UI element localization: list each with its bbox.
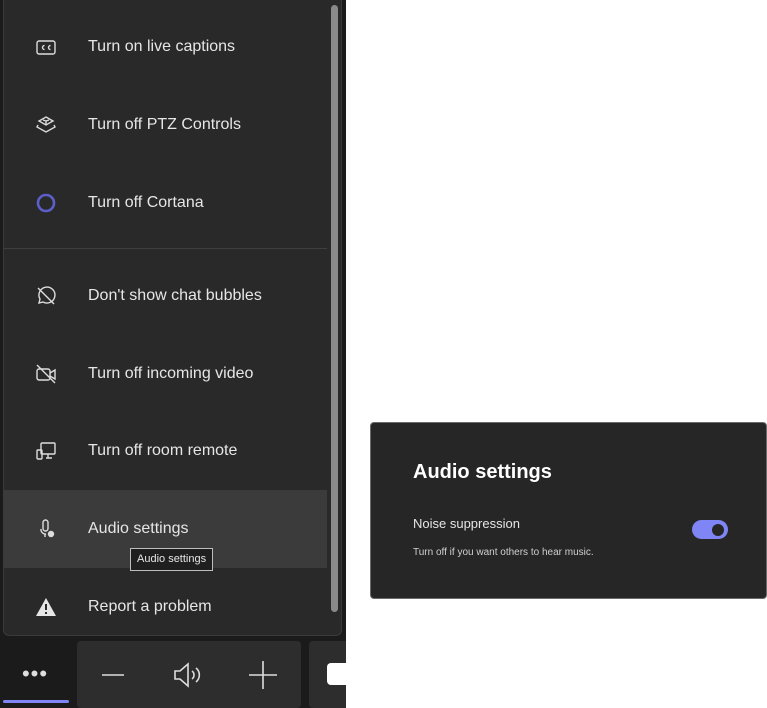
menu-scrollbar[interactable]	[331, 5, 338, 612]
menu-item-room-remote[interactable]: Turn off room remote	[4, 412, 327, 490]
menu-item-label: Turn off PTZ Controls	[88, 116, 241, 133]
volume-up-button[interactable]	[248, 660, 278, 690]
tooltip: Audio settings	[130, 548, 214, 571]
room-remote-icon	[4, 439, 88, 463]
menu-item-live-captions[interactable]: Turn on live captions	[4, 8, 327, 86]
noise-suppression-description: Turn off if you want others to hear musi…	[413, 547, 594, 558]
active-indicator	[3, 700, 69, 703]
menu-item-report-problem[interactable]: Report a problem	[4, 568, 327, 646]
volume-controls	[77, 641, 301, 708]
menu-item-label: Audio settings	[88, 520, 189, 537]
more-options-menu: Turn on live captions Turn off PTZ Contr…	[3, 0, 342, 636]
menu-item-chat-bubbles[interactable]: Don't show chat bubbles	[4, 257, 327, 335]
menu-item-label: Turn off Cortana	[88, 194, 204, 211]
camera-icon	[327, 663, 346, 685]
cortana-icon	[4, 191, 88, 215]
menu-item-label: Turn off incoming video	[88, 365, 254, 382]
menu-item-label: Don't show chat bubbles	[88, 287, 262, 304]
audio-settings-panel: Audio settings Noise suppression Turn of…	[370, 422, 767, 599]
menu-divider	[4, 248, 327, 249]
speaker-icon[interactable]	[171, 659, 203, 691]
menu-item-label: Turn off room remote	[88, 442, 238, 459]
closed-captions-icon	[4, 35, 88, 59]
video-off-icon	[4, 362, 88, 386]
warning-icon	[4, 595, 88, 619]
menu-item-ptz-controls[interactable]: Turn off PTZ Controls	[4, 86, 327, 164]
camera-button[interactable]	[309, 641, 346, 708]
menu-item-label: Turn on live captions	[88, 38, 236, 55]
volume-down-button[interactable]	[100, 662, 126, 688]
more-options-button[interactable]: •••	[0, 640, 70, 708]
noise-suppression-toggle[interactable]	[692, 520, 728, 539]
panel-title: Audio settings	[413, 461, 552, 483]
toggle-knob	[712, 523, 724, 536]
noise-suppression-label: Noise suppression	[413, 516, 520, 531]
chat-off-icon	[4, 284, 88, 308]
menu-item-cortana[interactable]: Turn off Cortana	[4, 164, 327, 242]
ptz-camera-icon	[4, 113, 88, 137]
mic-settings-icon	[4, 517, 88, 541]
more-dots-icon: •••	[21, 661, 49, 686]
menu-item-label: Report a problem	[88, 598, 212, 615]
menu-item-incoming-video[interactable]: Turn off incoming video	[4, 335, 327, 413]
